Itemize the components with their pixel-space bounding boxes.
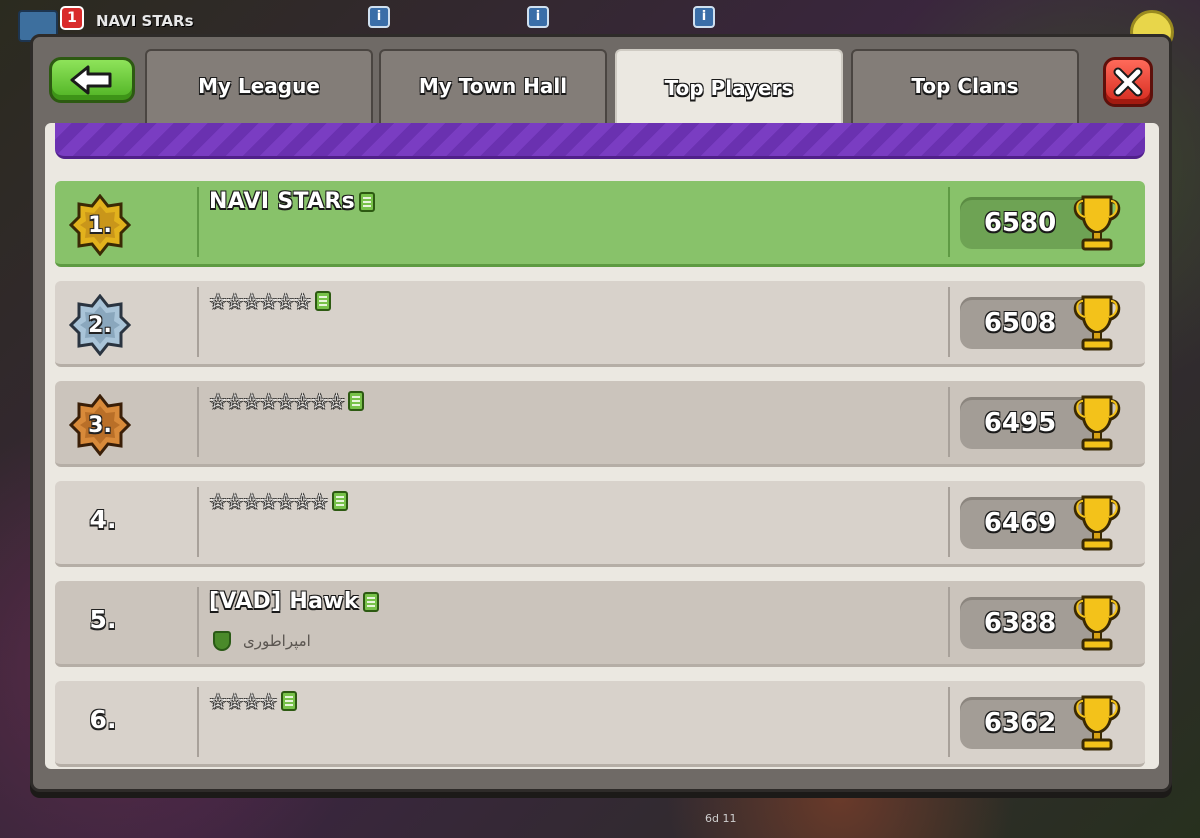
player-list[interactable]: 1. NAVI STARs 6580 2. ☆☆☆☆☆☆ 6508 3. ☆☆☆… [45,123,1159,769]
tab-label: Top Clans [911,74,1019,98]
trophy-value: 6495 [983,408,1057,438]
player-name: ☆☆☆☆☆☆ [209,289,312,313]
trophy-icon [1073,295,1121,351]
divider [948,687,950,757]
notification-badge: 1 [60,6,84,30]
tab-my-town-hall[interactable]: My Town Hall [379,49,607,125]
tab-top-players[interactable]: Top Players [615,49,843,129]
trophy-icon [1073,195,1121,251]
clan-info[interactable]: امپراطوری [213,631,311,651]
hud-bottom-text: 6d 11 [705,812,737,825]
clan-name: امپراطوری [243,632,311,650]
player-name: NAVI STARs [209,189,356,214]
list-item[interactable]: 5. [VAD] Hawk امپراطوری 6388 [55,581,1145,667]
divider [948,387,950,457]
list-item[interactable]: 1. NAVI STARs 6580 [55,181,1145,267]
list-icon [331,491,348,511]
trophy-value: 6469 [983,508,1057,538]
rank-number: 2. [88,312,112,338]
list-icon [359,191,376,212]
trophy-icon [1073,695,1121,751]
tab-label: Top Players [664,76,794,100]
player-name: [VAD] Hawk [209,589,359,614]
player-name-group: NAVI STARs [209,189,376,214]
leaderboard-panel: My League My Town Hall Top Players Top C… [30,34,1172,792]
list-icon [362,591,379,612]
trophy-value: 6388 [983,608,1057,638]
divider [197,187,199,257]
player-name-group: ☆☆☆☆☆☆☆☆ [209,389,365,413]
info-icon[interactable]: i [527,6,549,28]
player-name-group: ☆☆☆☆ [209,689,297,713]
list-item[interactable]: 3. ☆☆☆☆☆☆☆☆ 6495 [55,381,1145,467]
back-button[interactable] [49,57,135,103]
trophy-icon [1073,495,1121,551]
divider [948,487,950,557]
trophy-icon [1073,395,1121,451]
trophy-value: 6362 [983,708,1057,738]
arrow-left-icon [70,65,112,95]
hud-player-name: NAVI STARs [96,12,194,30]
list-item[interactable]: 6. ☆☆☆☆ 6362 [55,681,1145,767]
rank-number: 3. [88,412,112,438]
info-icon[interactable]: i [693,6,715,28]
tab-label: My Town Hall [418,74,568,98]
divider [948,287,950,357]
player-name: ☆☆☆☆☆☆☆☆ [209,389,345,413]
player-name: ☆☆☆☆ [209,689,278,713]
clan-badge-icon [213,631,231,651]
player-name-group: [VAD] Hawk [209,589,379,614]
rank-number: 6. [89,705,117,734]
divider [948,187,950,257]
trophy-value: 6580 [983,208,1057,238]
rank-number: 1. [88,212,112,238]
trophy-icon [1073,595,1121,651]
tab-top-clans[interactable]: Top Clans [851,49,1079,125]
list-icon [348,391,365,411]
close-button[interactable] [1103,57,1153,107]
player-name: ☆☆☆☆☆☆☆ [209,489,329,513]
list-item[interactable]: 2. ☆☆☆☆☆☆ 6508 [55,281,1145,367]
divider [948,587,950,657]
close-icon [1113,67,1143,97]
divider [197,687,199,757]
rank-number: 4. [89,505,117,534]
season-banner [55,123,1145,159]
divider [197,387,199,457]
list-icon [314,291,331,311]
list-icon [280,691,297,711]
trophy-value: 6508 [983,308,1057,338]
divider [197,587,199,657]
info-icon[interactable]: i [368,6,390,28]
tab-my-league[interactable]: My League [145,49,373,125]
tab-label: My League [198,74,320,98]
list-item[interactable]: 4. ☆☆☆☆☆☆☆ 6469 [55,481,1145,567]
player-name-group: ☆☆☆☆☆☆☆ [209,489,348,513]
player-name-group: ☆☆☆☆☆☆ [209,289,331,313]
rank-number: 5. [89,605,117,634]
divider [197,287,199,357]
divider [197,487,199,557]
